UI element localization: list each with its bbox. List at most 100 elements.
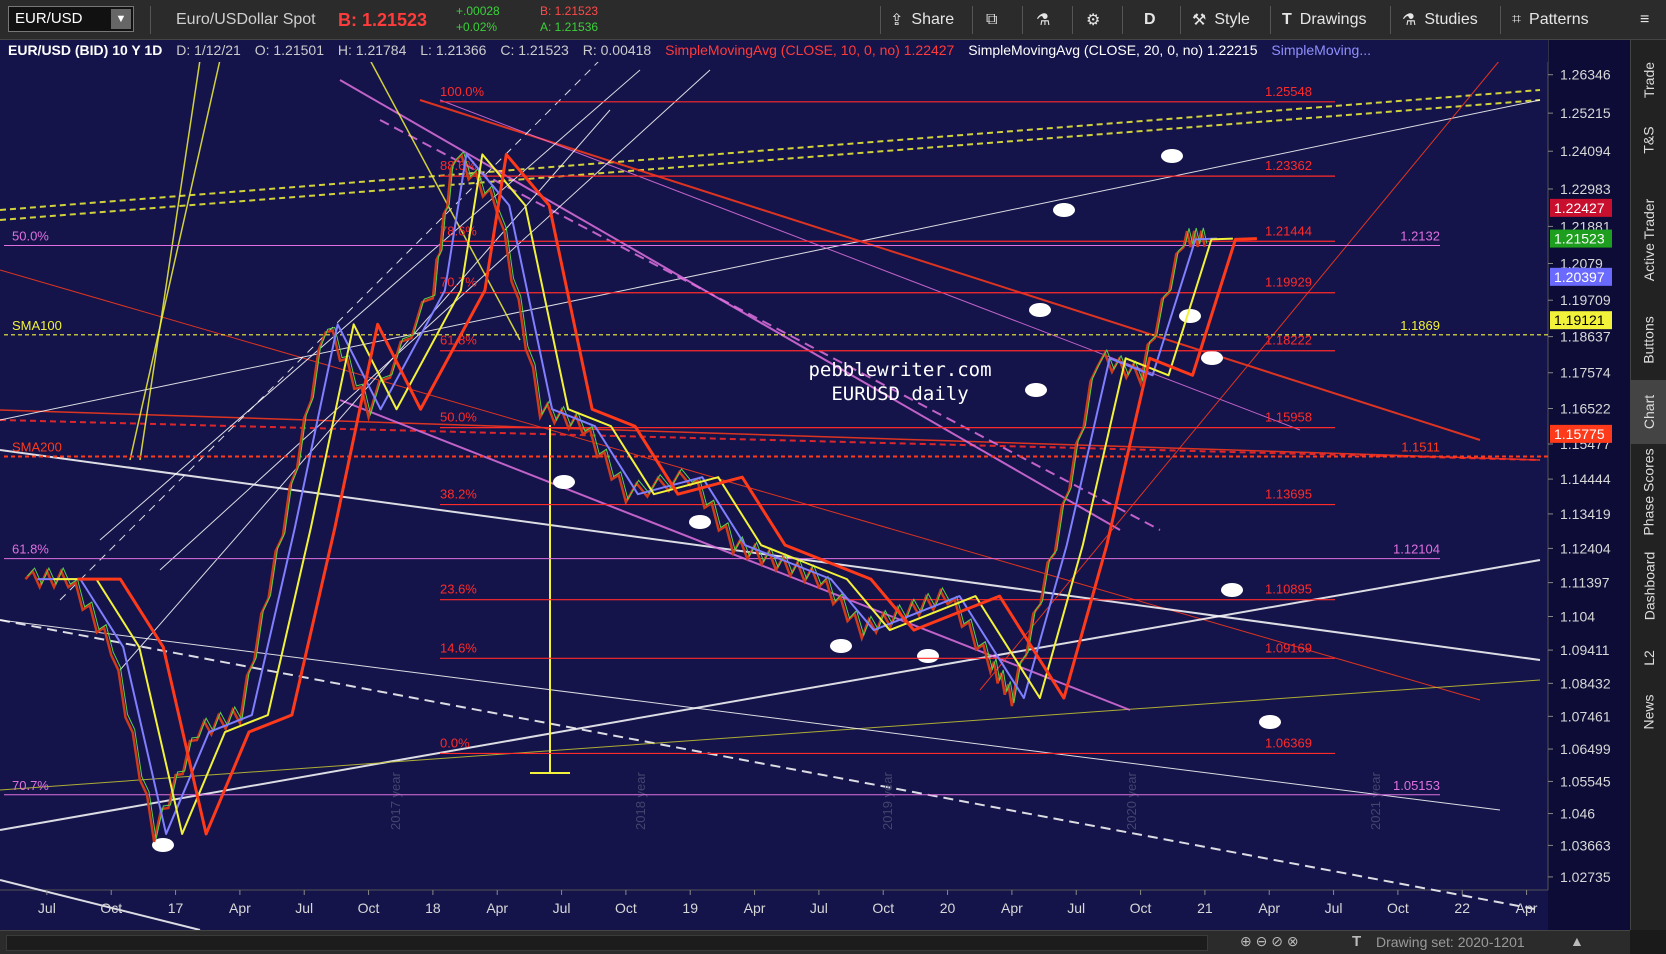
x-tick-label: 21	[1197, 900, 1213, 916]
gear-icon[interactable]: ⚙	[1086, 0, 1100, 40]
year-marker: 2021 year	[1368, 772, 1383, 830]
change-pct: +0.02%	[456, 20, 498, 34]
share-button[interactable]: ⇪ Share	[890, 0, 954, 40]
x-tick-label: Apr	[1516, 900, 1538, 916]
fib-level-price: 1.10895	[1265, 582, 1312, 597]
marker-oval	[1025, 383, 1047, 397]
sidebar-tab-label: Chart	[1640, 394, 1657, 430]
ask-small: A: 1.21536	[540, 20, 599, 34]
text-tool-icon[interactable]: T	[1352, 933, 1361, 950]
toolbar: EUR/USD ▼ Euro/USDollar Spot B: 1.21523 +…	[0, 0, 1666, 40]
y-tick-label: 1.12404	[1560, 540, 1611, 556]
sidebar-tab-label: Phase Scores	[1641, 448, 1658, 536]
sma-level-price: 1.1869	[1400, 318, 1440, 333]
x-tick-label: Jul	[810, 900, 828, 916]
y-tick-label: 1.22983	[1560, 181, 1611, 197]
price-chart[interactable]: 2017 year 2018 year 2019 year 2020 year 2021…	[0, 40, 1630, 930]
sidebar-tab-buttons[interactable]: Buttons	[1631, 308, 1666, 372]
year-marker: 2017 year	[388, 772, 403, 830]
marker-oval	[1161, 149, 1183, 163]
fib-level-pct: 50.0%	[440, 410, 477, 425]
header-close: C: 1.21523	[500, 42, 569, 58]
divider	[1180, 6, 1181, 34]
drawing-set-label: Drawing set: 2020-1201	[1376, 934, 1525, 950]
fib-level-pct: 38.2%	[440, 487, 477, 502]
fib-level-price: 1.09169	[1265, 640, 1312, 655]
divider	[972, 6, 973, 34]
y-tick-label: 1.16522	[1560, 400, 1611, 416]
time-scrollbar[interactable]	[6, 935, 1208, 951]
fib-level-pct: 23.6%	[440, 582, 477, 597]
watermark-line2: EURUSD daily	[831, 383, 968, 405]
divider	[150, 6, 151, 34]
marker-oval	[689, 515, 711, 529]
divider	[1022, 6, 1023, 34]
magenta-level-pct: 61.8%	[12, 542, 49, 557]
x-tick-label: Apr	[1258, 900, 1280, 916]
divider	[1500, 6, 1501, 34]
year-marker: 2019 year	[880, 772, 895, 830]
price-tag-label: 1.20397	[1554, 269, 1605, 285]
y-tick-label: 1.13419	[1560, 506, 1611, 522]
fib-level-price: 1.06369	[1265, 735, 1312, 750]
marker-oval	[1053, 203, 1075, 217]
y-tick-label: 1.05545	[1560, 773, 1611, 789]
bid-small: B: 1.21523	[540, 4, 599, 18]
magenta-level-price: 1.2132	[1400, 228, 1440, 243]
symbol-selector[interactable]: EUR/USD ▼	[8, 6, 134, 32]
right-sidebar: Trade T&S Active Trader Buttons Chart Phase S…	[1630, 40, 1666, 930]
zoom-icons[interactable]: ⊕ ⊖ ⊘ ⊗	[1240, 933, 1299, 950]
marker-oval	[553, 475, 575, 489]
sidebar-tab-active-trader[interactable]: Active Trader	[1631, 180, 1666, 300]
y-tick-label: 1.19709	[1560, 292, 1611, 308]
sidebar-tab-label: Active Trader	[1641, 198, 1658, 282]
price-tag-label: 1.15775	[1554, 426, 1605, 442]
y-tick-label: 1.08432	[1560, 675, 1611, 691]
chevron-down-icon[interactable]: ▼	[111, 9, 131, 29]
x-tick-label: Jul	[295, 900, 313, 916]
studies-button[interactable]: ⚗ Studies	[1402, 0, 1478, 40]
x-tick-label: Oct	[615, 900, 637, 916]
fib-level-price: 1.23362	[1265, 158, 1312, 173]
price-tag-label: 1.19121	[1554, 312, 1605, 328]
sidebar-tab-label: Dashboard	[1641, 551, 1657, 621]
header-range: R: 0.00418	[583, 42, 652, 58]
sidebar-tab-dashboard[interactable]: Dashboard	[1631, 538, 1666, 634]
fib-level-price: 1.21444	[1265, 223, 1312, 238]
fib-level-price: 1.19929	[1265, 275, 1312, 290]
magenta-level-pct: 70.7%	[12, 778, 49, 793]
chart-background	[0, 40, 1630, 930]
sidebar-tab-t-s[interactable]: T&S	[1631, 110, 1666, 170]
style-button[interactable]: ⚒ Style	[1192, 0, 1250, 40]
bid-price: B: 1.21523	[338, 9, 428, 30]
detach-icon[interactable]: ⧉	[986, 0, 997, 40]
sidebar-tab-trade[interactable]: Trade	[1631, 50, 1666, 110]
divider	[880, 6, 881, 34]
style-label: Style	[1214, 11, 1250, 28]
magenta-level-price: 1.12104	[1393, 542, 1440, 557]
header-open: O: 1.21501	[255, 42, 324, 58]
sidebar-tab-chart[interactable]: Chart	[1631, 380, 1666, 444]
year-marker: 2018 year	[633, 772, 648, 830]
marker-oval	[917, 649, 939, 663]
period-button[interactable]: D	[1144, 0, 1156, 40]
sidebar-tab-l2[interactable]: L2	[1631, 640, 1666, 676]
x-tick-label: Jul	[553, 900, 571, 916]
flask-icon[interactable]: ⚗	[1036, 0, 1050, 40]
sma-label: SMA100	[12, 318, 62, 333]
sidebar-tab-phase-scores[interactable]: Phase Scores	[1631, 448, 1666, 535]
x-tick-label: 17	[168, 900, 184, 916]
drawing-menu-icon[interactable]: ▲	[1570, 933, 1584, 949]
menu-icon[interactable]: ≡	[1640, 0, 1649, 40]
sidebar-tab-news[interactable]: News	[1631, 684, 1666, 740]
sidebar-tab-label: News	[1640, 694, 1657, 730]
y-tick-label: 1.07461	[1560, 708, 1611, 724]
sidebar-tab-label: Trade	[1641, 61, 1657, 99]
marker-oval	[1029, 303, 1051, 317]
flask-studies-icon: ⚗	[1402, 12, 1417, 29]
patterns-label: Patterns	[1529, 11, 1589, 28]
fib-level-price: 1.15958	[1265, 410, 1312, 425]
y-tick-label: 1.046	[1560, 806, 1595, 822]
patterns-button[interactable]: ⌗ Patterns	[1512, 0, 1589, 40]
drawings-button[interactable]: T Drawings	[1282, 0, 1366, 40]
